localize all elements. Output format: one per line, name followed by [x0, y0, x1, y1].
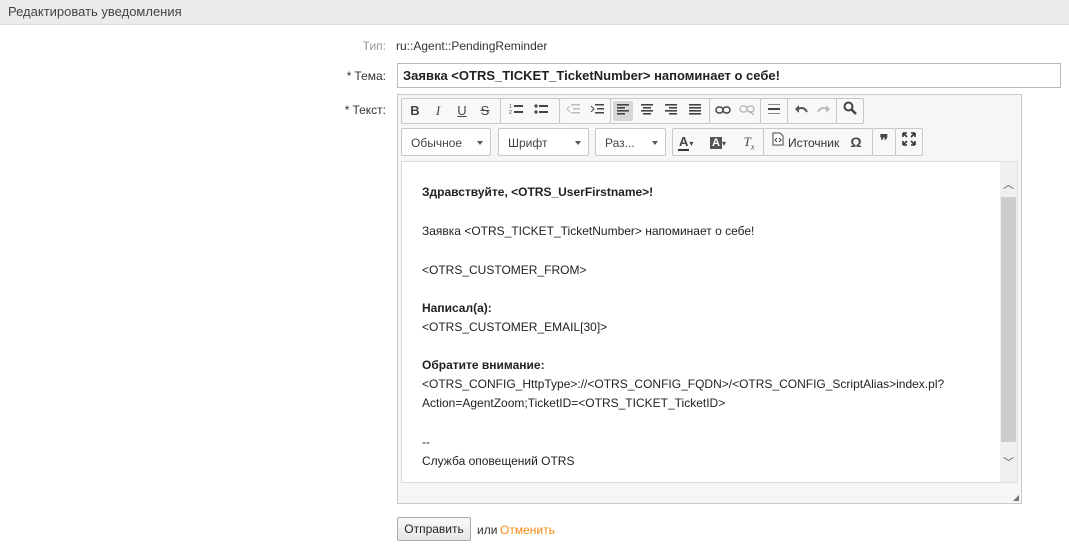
toolbar-group-source: Источник Ω — [763, 128, 873, 156]
toolbar-group-lists: 12 — [500, 98, 560, 124]
background-color-icon[interactable]: A ▾ — [710, 132, 736, 152]
blockquote-icon[interactable]: ❞ — [874, 132, 894, 152]
toolbar-group-history — [787, 98, 837, 124]
justify-icon[interactable] — [685, 101, 705, 121]
chevron-down-icon — [652, 141, 658, 145]
text-color-icon[interactable]: A▾ — [678, 132, 704, 152]
special-char-icon[interactable]: Ω — [846, 132, 866, 152]
chevron-down-icon[interactable]: ﹀ — [1000, 455, 1017, 472]
source-icon[interactable] — [768, 132, 788, 152]
svg-text:2: 2 — [509, 110, 512, 115]
align-left-icon[interactable] — [613, 101, 633, 121]
chevron-down-icon — [575, 141, 581, 145]
link-icon[interactable] — [713, 101, 733, 121]
toolbar-group-find — [836, 98, 864, 124]
text-label-row: * Текст: — [320, 103, 386, 117]
remove-format-icon[interactable]: Tx — [739, 132, 759, 152]
type-value: ru::Agent::PendingReminder — [396, 39, 548, 53]
content-line: Заявка <OTRS_TICKET_TicketNumber> напоми… — [422, 224, 755, 238]
page-title: Редактировать уведомления — [8, 4, 182, 19]
toolbar-group-align — [610, 98, 710, 124]
subject-label: Тема: — [354, 69, 386, 83]
font-select-value: Шрифт — [508, 136, 548, 150]
editor-content[interactable]: Здравствуйте, <OTRS_UserFirstname>! Заяв… — [401, 161, 1018, 483]
toolbar-group-colors: A▾ A ▾ Tx — [672, 128, 764, 156]
content-attention-label: Обратите внимание: — [422, 358, 545, 372]
type-label: Тип: — [362, 39, 386, 53]
chevron-up-icon[interactable]: ︿ — [1000, 177, 1017, 194]
indent-icon[interactable] — [587, 101, 607, 121]
strike-icon[interactable]: S — [475, 101, 495, 121]
scrollbar-thumb[interactable] — [1001, 197, 1016, 442]
font-select[interactable]: Шрифт — [498, 128, 589, 156]
resize-handle-icon[interactable] — [1013, 495, 1019, 501]
size-select-value: Раз... — [605, 136, 635, 150]
cancel-link[interactable]: Отменить — [500, 523, 555, 537]
content-greeting: Здравствуйте, <OTRS_UserFirstname>! — [422, 185, 654, 199]
chevron-down-icon — [477, 141, 483, 145]
outdent-icon[interactable] — [563, 101, 583, 121]
content-line: Action=AgentZoom;TicketID=<OTRS_TICKET_T… — [422, 396, 726, 410]
content-wrote-label: Написал(а): — [422, 301, 492, 315]
content-signature: Служба оповещений OTRS — [422, 454, 575, 468]
horizontal-rule-icon[interactable] — [764, 101, 784, 121]
format-select-value: Обычное — [411, 136, 463, 150]
align-center-icon[interactable] — [637, 101, 657, 121]
toolbar-group-quote: ❞ — [872, 128, 896, 156]
italic-icon[interactable]: I — [428, 101, 448, 121]
vertical-scrollbar[interactable]: ︿ ﹀ — [1000, 162, 1017, 482]
find-icon[interactable] — [840, 101, 860, 121]
toolbar-group-basic: B I U S — [401, 98, 501, 124]
size-select[interactable]: Раз... — [595, 128, 666, 156]
content-line: <OTRS_CUSTOMER_FROM> — [422, 263, 587, 277]
page-header: Редактировать уведомления — [0, 0, 1069, 25]
unlink-icon[interactable] — [737, 101, 757, 121]
content-line: <OTRS_CONFIG_HttpType>://<OTRS_CONFIG_FQ… — [422, 377, 945, 391]
toolbar-group-indent — [559, 98, 611, 124]
submit-button[interactable]: Отправить — [397, 517, 471, 541]
text-label: Текст: — [352, 103, 386, 117]
bulleted-list-icon[interactable] — [531, 101, 551, 121]
bold-icon[interactable]: B — [405, 101, 425, 121]
redo-icon[interactable] — [814, 101, 834, 121]
maximize-icon[interactable] — [899, 132, 919, 152]
toolbar-group-link — [709, 98, 761, 124]
rich-text-editor: B I U S 12 Обычное Шрифт Раз... A▾ A ▾ T… — [397, 94, 1022, 504]
content-line: -- — [422, 435, 430, 449]
subject-input[interactable] — [397, 63, 1061, 88]
or-text: или — [477, 523, 498, 537]
underline-icon[interactable]: U — [452, 101, 472, 121]
align-right-icon[interactable] — [661, 101, 681, 121]
format-select[interactable]: Обычное — [401, 128, 491, 156]
toolbar-group-maximize — [895, 128, 923, 156]
required-mark: * — [346, 69, 352, 83]
numbered-list-icon[interactable]: 12 — [506, 101, 526, 121]
toolbar-group-hr — [760, 98, 788, 124]
required-mark: * — [344, 103, 350, 117]
source-button-label[interactable]: Источник — [788, 136, 839, 150]
undo-icon[interactable] — [791, 101, 811, 121]
subject-label-row: * Тема: — [320, 69, 386, 83]
content-line: <OTRS_CUSTOMER_EMAIL[30]> — [422, 320, 608, 334]
